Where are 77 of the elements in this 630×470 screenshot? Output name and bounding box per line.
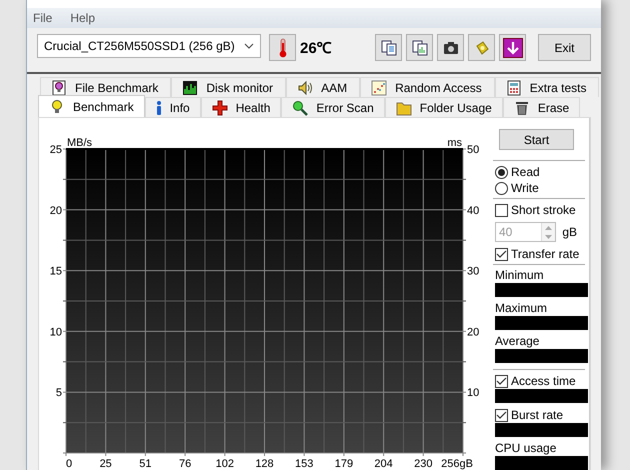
axis-label: 40	[467, 204, 480, 217]
checkbox[interactable]	[495, 374, 508, 388]
trash-icon	[514, 100, 530, 116]
axis-label: 230	[414, 458, 432, 470]
medical-cross-icon	[212, 100, 228, 116]
field-label: Average	[495, 334, 540, 349]
axis-label: 50	[467, 144, 480, 156]
axis-unit: ms	[447, 137, 462, 149]
speaker-icon	[297, 80, 314, 96]
axis-label: 256gB	[441, 458, 473, 470]
tab[interactable]: Erase	[502, 97, 580, 117]
axis-label: 25	[100, 458, 112, 470]
temperature-label: 26℃	[300, 39, 332, 59]
axis-label: 20	[50, 204, 62, 217]
documents-icon	[380, 40, 396, 56]
exit-button[interactable]: Exit	[538, 34, 591, 61]
checkbox[interactable]	[495, 248, 508, 260]
bulb-document-icon	[51, 80, 67, 96]
tab[interactable]: Error Scan	[281, 97, 385, 117]
download-button[interactable]	[499, 34, 526, 61]
axis-label: 25	[50, 144, 62, 156]
tab[interactable]: Extra tests	[494, 77, 600, 97]
scatter-plot-icon	[371, 80, 388, 96]
axis-label: 102	[216, 458, 234, 470]
axis-label: 204	[374, 458, 393, 470]
axis-label: 128	[255, 458, 274, 470]
radio-label[interactable]: Write	[511, 179, 539, 197]
field-label: Minimum	[495, 268, 545, 283]
checkbox-label[interactable]: Transfer rate	[511, 245, 580, 263]
axis-unit: MB/s	[67, 137, 92, 149]
screenshot-button[interactable]	[437, 34, 464, 61]
tab[interactable]: Info	[144, 97, 201, 117]
axis-label: 30	[467, 266, 480, 278]
lightbulb-icon	[49, 98, 65, 114]
copy-button[interactable]	[375, 34, 402, 61]
axis-label: 179	[334, 458, 354, 470]
axis-label: 5	[56, 387, 62, 400]
start-button[interactable]: Start	[499, 129, 574, 150]
radio-button[interactable]	[495, 166, 508, 178]
axis-label: 20	[467, 326, 480, 338]
axis-label: 51	[139, 458, 152, 470]
documents-icon	[412, 40, 428, 56]
menu-item[interactable]: File	[33, 9, 52, 27]
tab[interactable]: Health	[200, 97, 282, 117]
checkbox-label[interactable]: Access time	[511, 372, 576, 390]
axis-label: 15	[50, 266, 62, 278]
tab[interactable]: Random Access	[360, 77, 495, 97]
copy-button[interactable]	[406, 34, 433, 61]
checkbox[interactable]	[495, 204, 508, 216]
tab[interactable]: AAM	[286, 77, 360, 97]
checkbox-label[interactable]: Short stroke	[511, 201, 576, 219]
calculator-icon	[506, 80, 522, 96]
drive-dropdown[interactable]: Crucial_CT256M550SSD1 (256 gB)	[37, 34, 261, 58]
menu-item[interactable]: Help	[70, 9, 96, 27]
bar-chart-icon	[182, 80, 198, 96]
radio-label[interactable]: Read	[511, 163, 540, 181]
info-icon	[156, 100, 162, 116]
axis-label: 153	[295, 458, 314, 470]
camera-icon	[442, 40, 458, 54]
temperature-button[interactable]	[269, 34, 296, 61]
thermometer-icon	[278, 38, 288, 58]
search-icon	[292, 100, 308, 116]
tab[interactable]: Benchmark	[38, 95, 145, 117]
tab[interactable]: Folder Usage	[384, 97, 503, 117]
checkbox[interactable]	[495, 408, 508, 422]
field-label: Maximum	[495, 301, 548, 316]
radio-button[interactable]	[495, 182, 508, 194]
tab[interactable]: File Benchmark	[40, 77, 172, 97]
unit-label: gB	[562, 224, 577, 241]
field-label: CPU usage	[495, 441, 558, 456]
axis-label: 10	[467, 387, 480, 400]
chevron-down-icon	[244, 43, 254, 49]
axis-label: 76	[178, 458, 192, 470]
axis-label: 0	[66, 458, 72, 470]
axis-label: 10	[50, 326, 62, 338]
checkbox-label[interactable]: Burst rate	[511, 406, 564, 424]
tab[interactable]: Disk monitor	[171, 77, 286, 97]
